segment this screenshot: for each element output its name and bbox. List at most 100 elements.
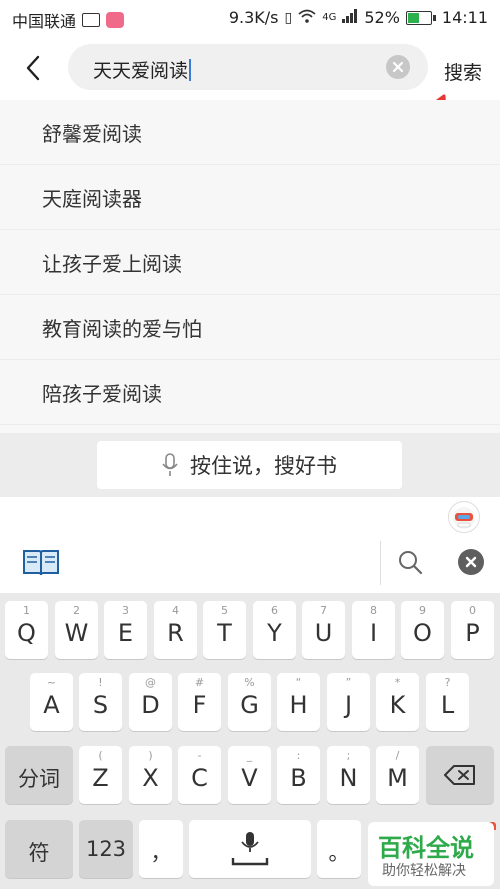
- key-hint: 3: [122, 604, 129, 617]
- key-o[interactable]: 9O: [401, 601, 444, 659]
- key-v[interactable]: _ V: [228, 746, 271, 804]
- key-i[interactable]: 8I: [352, 601, 395, 659]
- voice-search-button[interactable]: 按住说，搜好书: [97, 441, 402, 489]
- key-label: J: [344, 691, 353, 719]
- key-x[interactable]: ) X: [129, 746, 172, 804]
- voice-search-area: 按住说，搜好书: [0, 433, 500, 497]
- keyboard-mascot-avatar[interactable]: [448, 501, 480, 533]
- key-z[interactable]: (Z: [79, 746, 122, 804]
- key-c[interactable]: -C: [178, 746, 221, 804]
- microphone-icon: [231, 832, 269, 866]
- key-hint: 9: [419, 604, 426, 617]
- clock: 14:11: [441, 8, 488, 27]
- network-speed: 9.3K/s: [228, 8, 279, 27]
- key-hint: _: [246, 749, 253, 762]
- key-y[interactable]: 6Y: [253, 601, 296, 659]
- comma-key[interactable]: ，: [139, 820, 183, 878]
- key-hint: :: [296, 749, 301, 762]
- space-key[interactable]: [189, 820, 311, 878]
- search-input[interactable]: 天天爱阅读: [68, 44, 428, 90]
- mascot-icon: [453, 507, 475, 529]
- key-hint: (: [98, 749, 103, 762]
- watermark-logo: 百科全说 助你轻松解决: [368, 822, 494, 886]
- keyboard-top-strip: [0, 497, 500, 536]
- key-hint: “: [295, 676, 302, 689]
- key-u[interactable]: 7U: [302, 601, 345, 659]
- vibrate-icon: ▯: [284, 9, 293, 26]
- key-label: X: [142, 764, 159, 792]
- close-icon: [465, 556, 477, 568]
- keyboard-search-button[interactable]: [397, 549, 423, 579]
- key-hint: %: [244, 676, 255, 689]
- key-g[interactable]: % G: [228, 673, 271, 731]
- key-s[interactable]: ! S: [79, 673, 122, 731]
- suggestion-item[interactable]: 舒馨爱阅读: [0, 100, 500, 165]
- key-label: 123: [85, 837, 127, 861]
- key-e[interactable]: 3E: [104, 601, 147, 659]
- key-k[interactable]: * K: [376, 673, 419, 731]
- close-keyboard-button[interactable]: [458, 549, 484, 575]
- key-l[interactable]: ? L: [426, 673, 469, 731]
- key-hint: -: [197, 749, 202, 762]
- key-label: N: [339, 764, 358, 792]
- key-label: 。: [328, 841, 350, 865]
- text-caret: [189, 58, 192, 81]
- key-hint: 5: [221, 604, 228, 617]
- book-icon: [23, 550, 59, 576]
- key-h[interactable]: “H: [277, 673, 320, 731]
- chevron-left-icon: [26, 55, 40, 81]
- key-label: O: [413, 619, 432, 647]
- watermark-title: 百科全说: [378, 834, 474, 862]
- key-a[interactable]: ~ A: [30, 673, 73, 731]
- key-hint: ”: [345, 676, 352, 689]
- key-j[interactable]: ” J: [327, 673, 370, 731]
- search-button[interactable]: 搜索: [444, 58, 482, 85]
- key-r[interactable]: 4R: [154, 601, 197, 659]
- key-label: E: [117, 619, 134, 647]
- key-q[interactable]: 1Q: [5, 601, 48, 659]
- key-d[interactable]: @ D: [129, 673, 172, 731]
- key-label: D: [141, 691, 160, 719]
- dictionary-button[interactable]: [22, 547, 60, 581]
- period-key[interactable]: 。: [317, 820, 361, 878]
- key-label: W: [64, 619, 89, 647]
- clear-search-button[interactable]: [386, 55, 410, 79]
- key-p[interactable]: 0P: [451, 601, 494, 659]
- key-w[interactable]: 2W: [55, 601, 98, 659]
- wifi-icon: [298, 8, 316, 27]
- backspace-icon: [444, 765, 475, 785]
- key-label: A: [43, 691, 60, 719]
- key-label: S: [92, 691, 109, 719]
- key-label: C: [191, 764, 208, 792]
- key-label: 符: [28, 841, 50, 865]
- key-label: H: [289, 691, 308, 719]
- key-label: Z: [92, 764, 109, 792]
- suggestion-item[interactable]: 让孩子爱上阅读: [0, 230, 500, 295]
- key-hint: ~: [46, 676, 57, 689]
- keyboard-notification-icon: [82, 13, 101, 27]
- key-label: F: [192, 691, 207, 719]
- toolbar-divider: [380, 541, 381, 585]
- key-label: I: [369, 619, 378, 647]
- app-notification-icon: [106, 12, 125, 28]
- key-b[interactable]: :B: [277, 746, 320, 804]
- key-hint: 8: [370, 604, 377, 617]
- key-n[interactable]: ; N: [327, 746, 370, 804]
- symbol-key[interactable]: 符: [5, 820, 73, 878]
- key-label: P: [465, 619, 480, 647]
- key-label: M: [387, 764, 408, 792]
- numeric-key[interactable]: 123: [79, 820, 133, 878]
- key-t[interactable]: 5T: [203, 601, 246, 659]
- suggestion-item[interactable]: 天庭阅读器: [0, 165, 500, 230]
- key-hint: 1: [23, 604, 30, 617]
- segment-key[interactable]: 分词: [5, 746, 73, 804]
- key-f[interactable]: # F: [178, 673, 221, 731]
- backspace-key[interactable]: [426, 746, 494, 804]
- key-label: G: [240, 691, 259, 719]
- status-bar: 中国联通 9.3K/s ▯ 4G 52% 14:11: [0, 0, 500, 36]
- suggestion-item[interactable]: 教育阅读的爱与怕: [0, 295, 500, 360]
- back-button[interactable]: [18, 50, 48, 86]
- key-m[interactable]: / M: [376, 746, 419, 804]
- suggestion-item[interactable]: 陪孩子爱阅读: [0, 360, 500, 425]
- key-hint: 2: [73, 604, 80, 617]
